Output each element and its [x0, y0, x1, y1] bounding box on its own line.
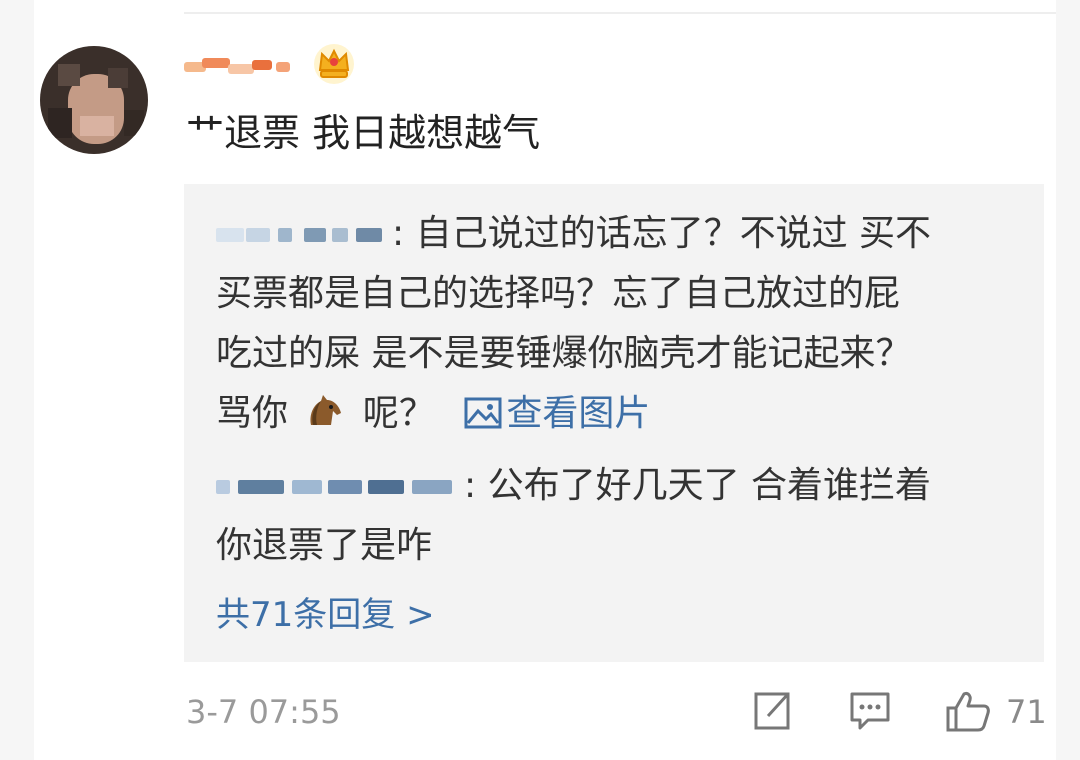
comment-icon[interactable]: [848, 688, 892, 734]
reply-1-line-3: 吃过的屎 是不是要锤爆你脑壳才能记起来？: [216, 333, 912, 374]
crown-icon: [314, 44, 354, 84]
share-icon[interactable]: [750, 688, 794, 734]
reply-1-line-1: : 自己说过的话忘了？不说过 买不: [392, 213, 932, 254]
reply-username-blurred[interactable]: [216, 220, 388, 250]
image-icon: [464, 397, 502, 429]
reply-2-line-2: 你退票了是咋: [216, 525, 433, 566]
thumbs-up-icon[interactable]: [944, 688, 992, 734]
reply-username-blurred[interactable]: [216, 472, 460, 502]
reply-1[interactable]: : 自己说过的话忘了？不说过 买不 买票都是自己的选择吗？忘了自己放过的屁 吃过…: [216, 204, 1006, 444]
reply-1-line-2: 买票都是自己的选择吗？忘了自己放过的屁: [216, 273, 901, 314]
like-count: 71: [1006, 693, 1047, 731]
reply-2-line-1: : 公布了好几天了 合着谁拦着: [464, 465, 932, 506]
right-gutter: [1056, 0, 1080, 760]
comment-text: 艹退票 我日越想越气: [186, 111, 541, 155]
view-image-label: 查看图片: [506, 393, 651, 434]
horse-emoji-icon: [310, 395, 342, 425]
more-replies-link[interactable]: 共71条回复 >: [216, 592, 435, 638]
timestamp: 3-7 07:55: [186, 693, 341, 731]
comment-card: 艹退票 我日越想越气 : 自己说过的话忘了？不说过 买不 买票都是自己的选择吗？…: [0, 0, 1080, 760]
reply-1-line-4: 骂你: [216, 393, 289, 434]
left-gutter: [0, 0, 34, 760]
avatar[interactable]: [40, 46, 148, 154]
username-blurred[interactable]: [184, 52, 304, 82]
divider: [184, 12, 1056, 14]
reply-1-line-4-end: 呢？: [362, 393, 435, 434]
reply-2[interactable]: : 公布了好几天了 合着谁拦着 你退票了是咋: [216, 456, 1006, 576]
view-image-link[interactable]: 查看图片: [446, 393, 650, 434]
